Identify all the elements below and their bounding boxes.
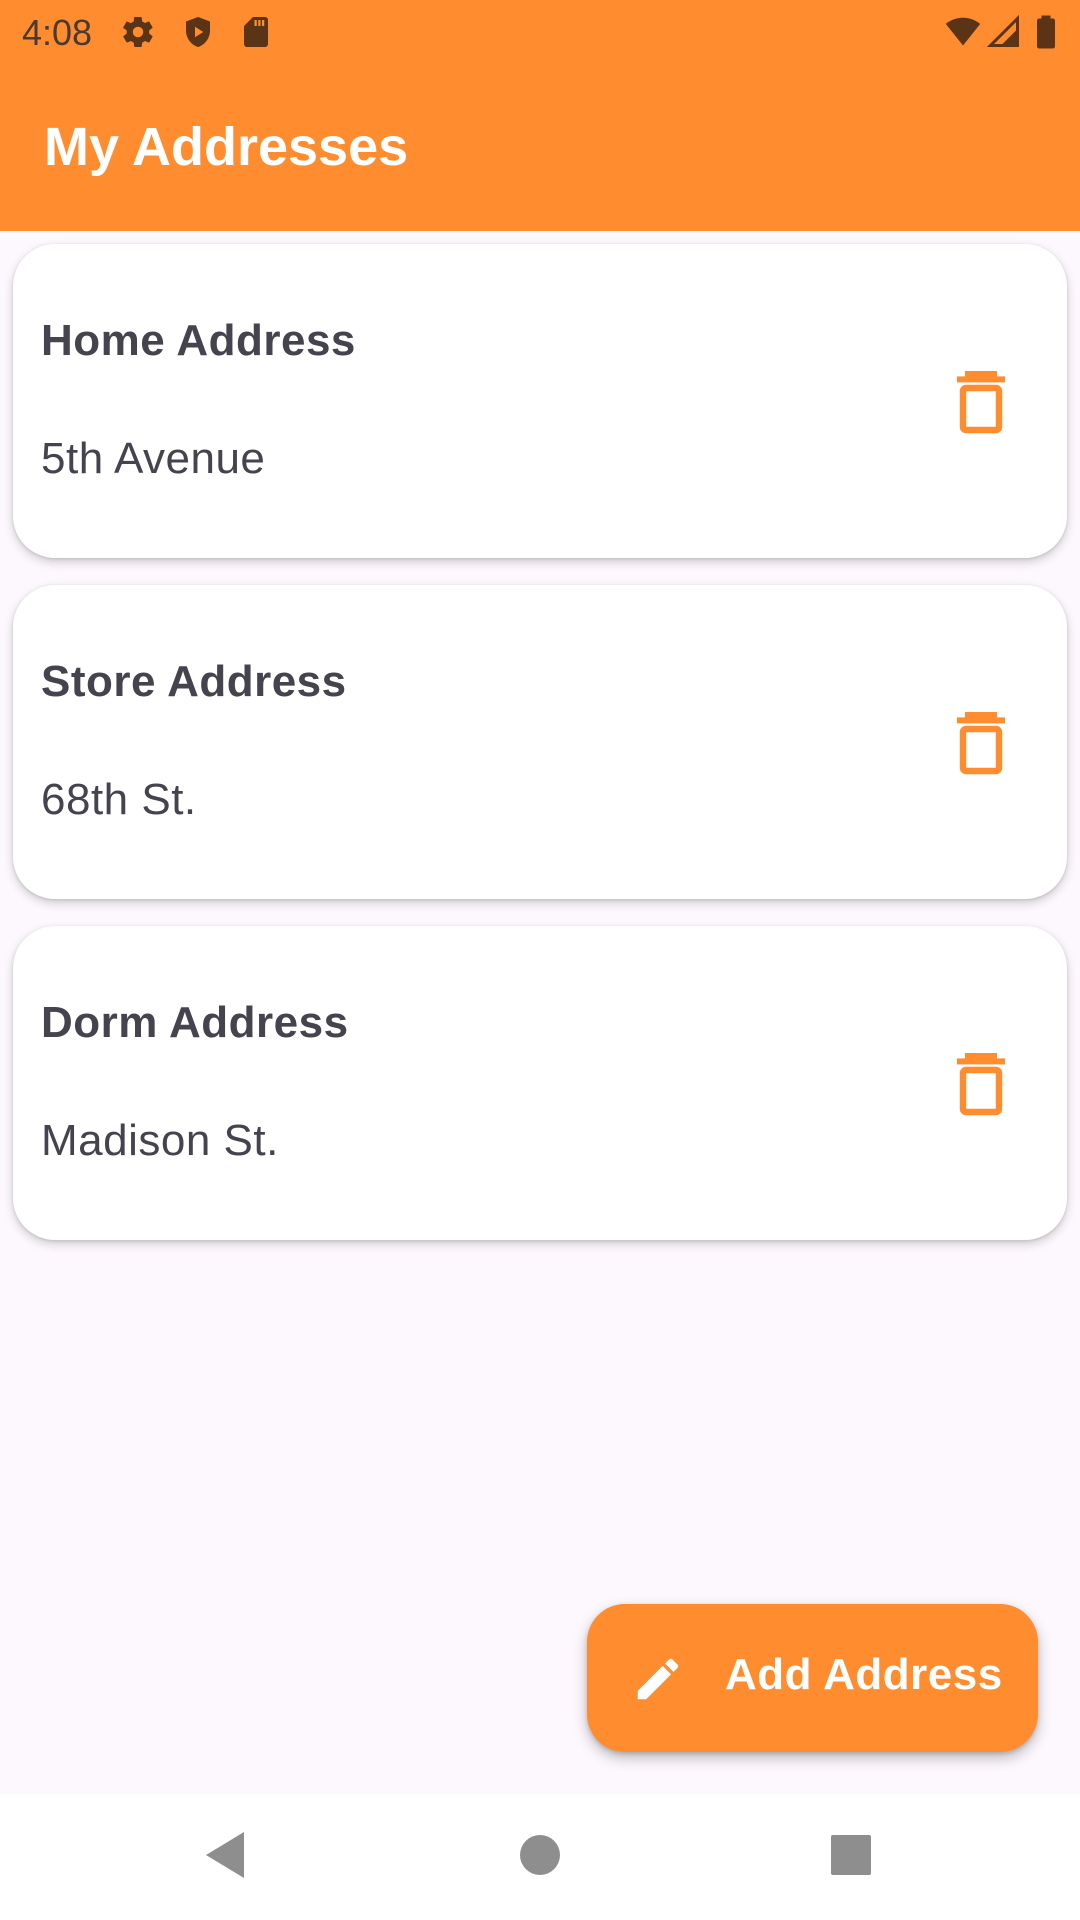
sd-card-icon xyxy=(238,14,274,50)
battery-icon xyxy=(1032,14,1068,50)
address-street: Madison St. xyxy=(41,1116,279,1165)
status-bar: 4:08 xyxy=(0,0,1080,64)
address-title: Dorm Address xyxy=(41,998,349,1047)
back-icon xyxy=(202,1830,248,1885)
home-button[interactable] xyxy=(507,1824,573,1890)
address-street: 68th St. xyxy=(41,775,197,824)
trash-icon xyxy=(955,370,1007,439)
recents-button[interactable] xyxy=(818,1824,884,1890)
status-time: 4:08 xyxy=(22,12,93,53)
gear-icon xyxy=(120,14,156,50)
page-title: My Addresses xyxy=(44,117,409,177)
delete-address-button[interactable] xyxy=(933,697,1029,793)
add-address-button[interactable]: Add Address xyxy=(587,1604,1038,1752)
trash-icon xyxy=(955,1052,1007,1121)
delete-address-button[interactable] xyxy=(933,356,1029,452)
app-bar: My Addresses xyxy=(0,64,1080,231)
wifi-icon xyxy=(944,14,981,50)
address-street: 5th Avenue xyxy=(41,434,266,483)
delete-address-button[interactable] xyxy=(933,1038,1029,1134)
address-card[interactable]: Dorm Address Madison St. xyxy=(13,926,1067,1240)
signal-icon xyxy=(986,14,1022,50)
add-address-label: Add Address xyxy=(725,1650,1003,1699)
address-title: Store Address xyxy=(41,657,347,706)
shield-play-icon xyxy=(180,14,216,50)
pencil-icon xyxy=(631,1652,685,1706)
navigation-bar xyxy=(0,1794,1080,1920)
trash-icon xyxy=(955,711,1007,780)
address-card[interactable]: Store Address 68th St. xyxy=(13,585,1067,899)
address-card[interactable]: Home Address 5th Avenue xyxy=(13,244,1067,558)
home-icon xyxy=(518,1833,562,1882)
recents-icon xyxy=(830,1834,872,1881)
address-title: Home Address xyxy=(41,316,356,365)
back-button[interactable] xyxy=(192,1824,258,1890)
